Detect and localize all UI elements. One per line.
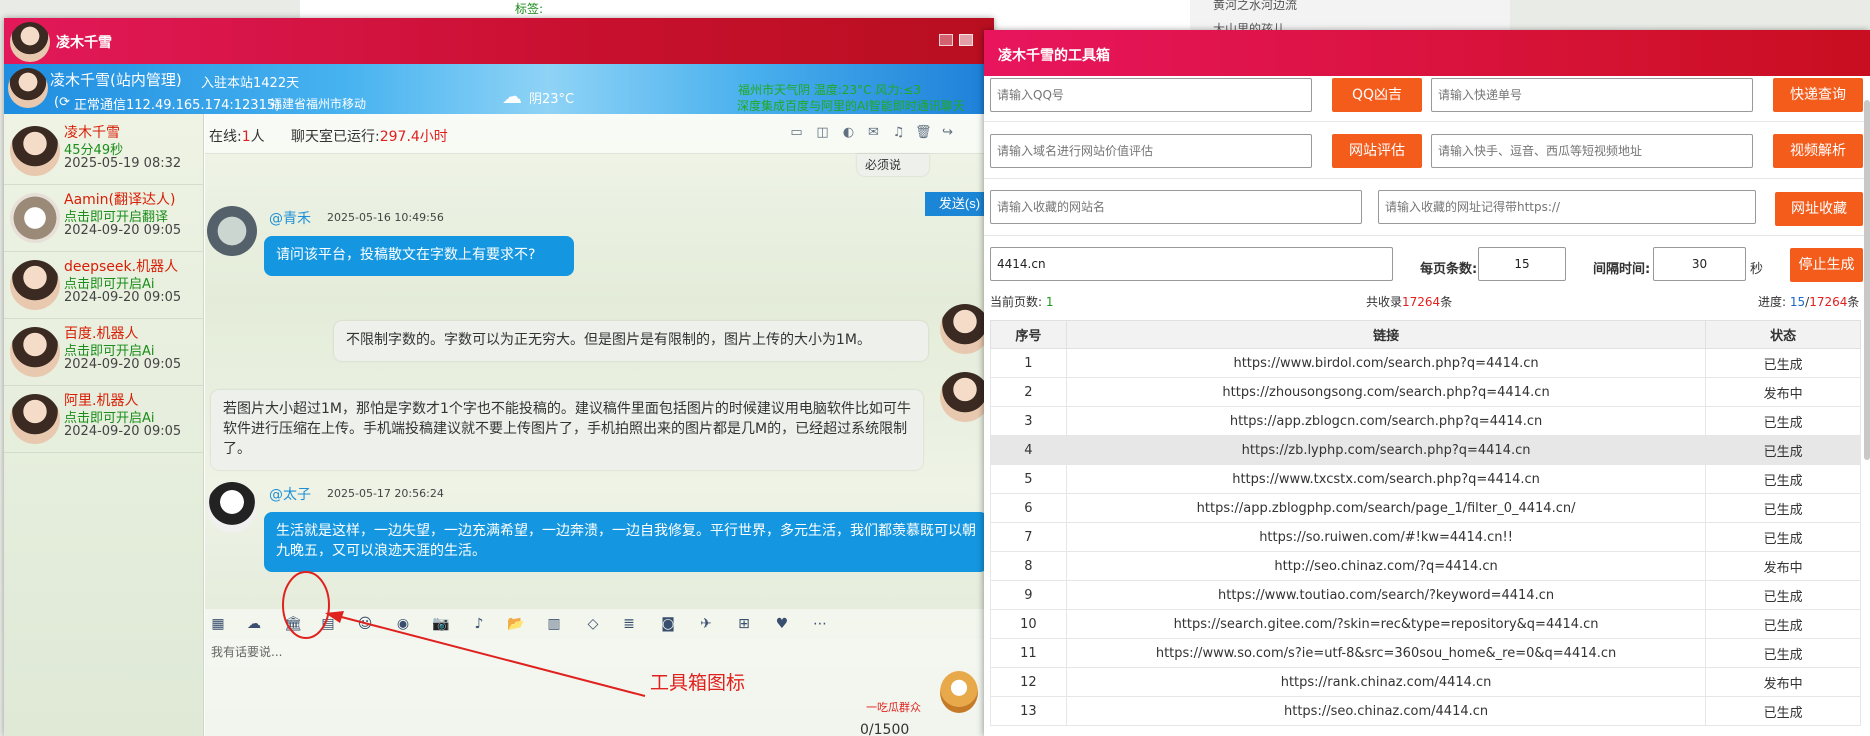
table-row[interactable]: 12 https://rank.chinaz.com/4414.cn 发布中 (990, 667, 1861, 697)
links-table: 序号 链接 状态 1 https://www.birdol.com/search.… (990, 320, 1861, 726)
divider (984, 235, 1870, 236)
site-eval-button[interactable]: 网站评估 (1332, 134, 1422, 168)
gen-domain-input[interactable] (990, 247, 1393, 281)
toolbox-title-bar[interactable]: 凌木千雪的工具箱 (984, 30, 1870, 76)
cell-link[interactable]: https://zhousongsong.com/search.php?q=44… (1065, 377, 1707, 407)
cell-index: 1 (990, 348, 1067, 378)
cell-link[interactable]: https://www.toutiao.com/search/?keyword=… (1065, 580, 1707, 610)
annotation-label: 工具箱图标 (650, 672, 746, 694)
cell-link[interactable]: https://so.ruiwen.com/#!kw=4414.cn!! (1065, 522, 1707, 552)
cell-index: 3 (990, 406, 1067, 436)
col-header-index: 序号 (990, 320, 1067, 349)
cell-index: 8 (990, 551, 1067, 581)
table-row[interactable]: 3 https://app.zblogcn.com/search.php?q=44… (990, 406, 1861, 436)
express-query-button[interactable]: 快递查询 (1773, 78, 1863, 112)
col-header-status: 状态 (1705, 320, 1861, 349)
table-header: 序号 链接 状态 (990, 320, 1861, 349)
scrollbar[interactable] (1864, 100, 1870, 460)
cell-status: 已生成 (1705, 638, 1861, 668)
progress: 进度: 15/17264条 (1758, 295, 1860, 309)
table-row[interactable]: 5 https://www.txcstx.com/search.php?q=441… (990, 464, 1861, 494)
cell-status: 已生成 (1705, 348, 1861, 378)
table-row[interactable]: 10 https://search.gitee.com/?skin=rec&typ… (990, 609, 1861, 639)
cell-link[interactable]: https://www.birdol.com/search.php?q=4414… (1065, 348, 1707, 378)
cell-index: 10 (990, 609, 1067, 639)
cell-status: 发布中 (1705, 667, 1861, 697)
interval-input[interactable] (1653, 247, 1746, 281)
cell-link[interactable]: https://seo.chinaz.com/4414.cn (1065, 696, 1707, 726)
fav-name-input[interactable] (990, 190, 1362, 224)
cell-status: 已生成 (1705, 493, 1861, 523)
col-header-link: 链接 (1065, 320, 1707, 349)
cell-index: 7 (990, 522, 1067, 552)
cell-index: 9 (990, 580, 1067, 610)
cell-index: 2 (990, 377, 1067, 407)
cell-link[interactable]: https://app.zblogcn.com/search.php?q=441… (1065, 406, 1707, 436)
current-page: 当前页数: 1 (990, 295, 1054, 309)
cell-link[interactable]: http://seo.chinaz.com/?q=4414.cn (1065, 551, 1707, 581)
cell-status: 已生成 (1705, 609, 1861, 639)
video-url-input[interactable] (1431, 134, 1753, 168)
cell-status: 发布中 (1705, 377, 1861, 407)
table-row[interactable]: 11 https://www.so.com/s?ie=utf-8&src=360s… (990, 638, 1861, 668)
cell-index: 12 (990, 667, 1067, 697)
cell-status: 发布中 (1705, 551, 1861, 581)
cell-index: 6 (990, 493, 1067, 523)
toolbox-title: 凌木千雪的工具箱 (998, 48, 1110, 64)
per-page-label: 每页条数: (1420, 262, 1478, 277)
cell-link[interactable]: https://rank.chinaz.com/4414.cn (1065, 667, 1707, 697)
qq-fortune-button[interactable]: QQ凶吉 (1332, 78, 1422, 112)
cell-link[interactable]: https://zb.lyphp.com/search.php?q=4414.c… (1065, 435, 1707, 465)
highlight-circle (282, 571, 330, 639)
arrow-line (329, 613, 646, 697)
cell-status: 已生成 (1705, 435, 1861, 465)
toolbox-panel: 凌木千雪的工具箱 QQ凶吉 快递查询 网站评估 视频解析 网址收藏 每页条数: … (984, 30, 1870, 736)
cell-status: 已生成 (1705, 406, 1861, 436)
fav-url-input[interactable] (1378, 190, 1756, 224)
fav-save-button[interactable]: 网址收藏 (1775, 192, 1863, 226)
stop-generate-button[interactable]: 停止生成 (1790, 248, 1863, 282)
domain-eval-input[interactable] (990, 134, 1312, 168)
per-page-input[interactable] (1478, 247, 1566, 281)
table-row[interactable]: 13 https://seo.chinaz.com/4414.cn 已生成 (990, 696, 1861, 726)
cell-index: 4 (990, 435, 1067, 465)
cell-index: 11 (990, 638, 1067, 668)
table-row[interactable]: 8 http://seo.chinaz.com/?q=4414.cn 发布中 (990, 551, 1861, 581)
cell-index: 13 (990, 696, 1067, 726)
table-row[interactable]: 9 https://www.toutiao.com/search/?keyword… (990, 580, 1861, 610)
cell-status: 已生成 (1705, 522, 1861, 552)
cell-status: 已生成 (1705, 464, 1861, 494)
cell-status: 已生成 (1705, 696, 1861, 726)
video-parse-button[interactable]: 视频解析 (1773, 134, 1863, 168)
cell-link[interactable]: https://www.so.com/s?ie=utf-8&src=360sou… (1065, 638, 1707, 668)
express-input[interactable] (1431, 78, 1753, 112)
cell-index: 5 (990, 464, 1067, 494)
table-row[interactable]: 6 https://app.zblogphp.com/search/page_1/… (990, 493, 1861, 523)
total-count: 共收录17264条 (1366, 295, 1453, 309)
table-row[interactable]: 1 https://www.birdol.com/search.php?q=441… (990, 348, 1861, 378)
cell-link[interactable]: https://www.txcstx.com/search.php?q=4414… (1065, 464, 1707, 494)
table-row[interactable]: 4 https://zb.lyphp.com/search.php?q=4414.… (990, 435, 1861, 465)
cell-link[interactable]: https://app.zblogphp.com/search/page_1/f… (1065, 493, 1707, 523)
table-row[interactable]: 7 https://so.ruiwen.com/#!kw=4414.cn!! 已生成 (990, 522, 1861, 552)
table-row[interactable]: 2 https://zhousongsong.com/search.php?q=4… (990, 377, 1861, 407)
cell-link[interactable]: https://search.gitee.com/?skin=rec&type=… (1065, 609, 1707, 639)
cell-status: 已生成 (1705, 580, 1861, 610)
divider (984, 121, 1870, 122)
divider (984, 178, 1870, 179)
interval-label: 间隔时间: (1593, 262, 1651, 277)
qq-input[interactable] (990, 78, 1312, 112)
interval-unit: 秒 (1750, 262, 1764, 277)
